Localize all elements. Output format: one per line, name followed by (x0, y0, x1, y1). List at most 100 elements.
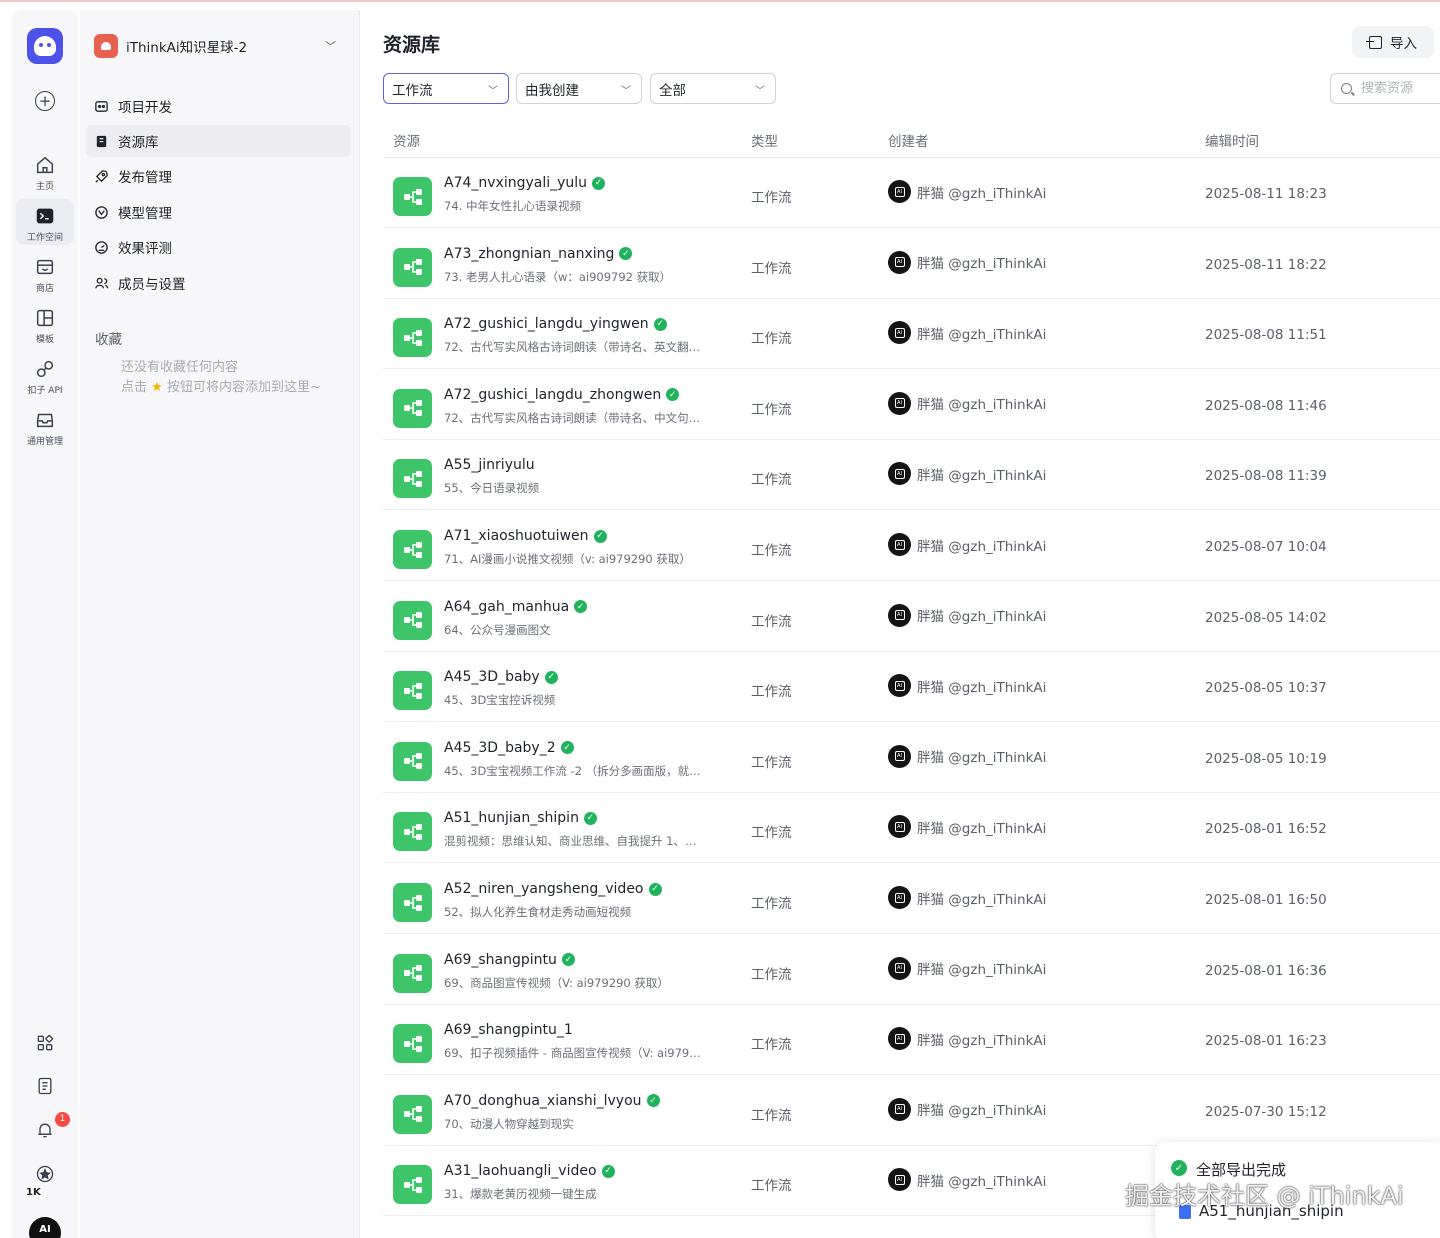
rail-label: 商店 (35, 284, 54, 294)
nav-item-members[interactable]: 成员与设置 (86, 267, 351, 299)
creator-avatar: AI (888, 180, 911, 203)
creator-name: 胖猫 @gzh_iThinkAi (917, 1103, 1047, 1120)
store-icon (36, 259, 54, 275)
rail-item-home[interactable]: 主页 (16, 148, 74, 194)
resource-type: 工作流 (751, 896, 792, 912)
import-icon (1366, 35, 1382, 49)
resource-type: 工作流 (751, 684, 792, 701)
column-header-resource[interactable]: 资源 (393, 130, 420, 150)
search-box[interactable] (1330, 73, 1440, 104)
star-count: 1K (26, 1187, 41, 1198)
apps-grid-icon[interactable] (35, 1033, 55, 1053)
resource-type: 工作流 (751, 966, 792, 983)
document-icon[interactable] (35, 1076, 55, 1096)
table-row[interactable]: A71_xiaoshuotuiwen ✓ 71、AI漫画小说推文视频（v: ai97… (383, 511, 1440, 581)
table-row[interactable]: A45_3D_baby ✓ 45、3D宝宝控诉视频 工作流 AI 胖猫 @gzh_iThi… (383, 652, 1440, 723)
creator: AI 胖猫 @gzh_iThinkAi (888, 391, 1047, 415)
table-row[interactable]: A51_hunjian_shipin ✓ 混剪视频：思维认知、商业思维、自我提升 1… (383, 793, 1440, 864)
creator-avatar: AI (888, 250, 911, 274)
favorites-hint-suffix: 按钮可将内容添加到这里~ (166, 380, 321, 395)
app-logo[interactable] (27, 28, 63, 64)
workflow-icon (403, 823, 422, 840)
table-row[interactable]: A69_shangpintu_1 69、扣子视频插件 - 商品图宣传视频（V: a… (383, 1005, 1440, 1076)
resource-type: 工作流 (751, 1178, 792, 1195)
chevron-down-icon: ﹀ (621, 86, 631, 97)
create-plus-icon[interactable]: + (35, 91, 55, 111)
edited-time: 2025-08-01 16:36 (1205, 962, 1327, 979)
verified-check-icon: ✓ (583, 811, 597, 825)
rail-label: 模板 (35, 335, 54, 345)
workflow-icon-tile (393, 953, 432, 993)
table-row[interactable]: A52_niren_yangsheng_video ✓ 52、拟人化养生食材走秀动画… (383, 864, 1440, 934)
workflow-icon (403, 329, 422, 346)
resource-name: A51_hunjian_shipin ✓ (444, 810, 597, 826)
table-row[interactable]: A69_shangpintu ✓ 69、商品图宣传视频（V: ai979290 获取… (383, 935, 1440, 1005)
rail-item-api[interactable]: 扣子 API (16, 352, 74, 398)
table-row[interactable]: A74_nvxingyali_yulu ✓ 74. 中年女性扎心语录视频 工作流 AI 胖… (383, 158, 1440, 228)
workflow-icon-tile (393, 1165, 432, 1205)
nav-item-publish[interactable]: 发布管理 (86, 160, 351, 192)
resource-description: 71、AI漫画小说推文视频（v: ai979290 获取） (444, 552, 691, 566)
workflow-icon (403, 259, 422, 276)
creator-name: 胖猫 @gzh_iThinkAi (917, 256, 1047, 273)
column-header-creator[interactable]: 创建者 (888, 130, 929, 150)
chevron-down-icon: ﹀ (325, 40, 336, 53)
resource-type: 工作流 (751, 613, 792, 630)
creator-name: 胖猫 @gzh_iThinkAi (917, 891, 1047, 908)
creator-name: 胖猫 @gzh_iThinkAi (917, 609, 1047, 626)
nav-item-projects[interactable]: 项目开发 (86, 90, 351, 122)
chevron-down-icon: ﹀ (488, 86, 498, 97)
status-filter-select[interactable]: 全部 ﹀ (650, 73, 776, 104)
rail-label: 主页 (35, 182, 54, 192)
nav-item-evaluation[interactable]: 效果评测 (86, 231, 351, 263)
creator-filter-select[interactable]: 由我创建 ﹀ (516, 73, 642, 104)
favorites-empty-hint: 点击 ★ 按钮可将内容添加到这里~ (121, 376, 321, 395)
edited-time: 2025-08-11 18:23 (1205, 186, 1327, 202)
project-icon (95, 100, 108, 112)
resource-name: A45_3D_baby ✓ (444, 669, 558, 685)
terminal-icon (36, 208, 54, 224)
resource-name: A72_gushici_langdu_yingwen ✓ (444, 316, 667, 332)
space-switcher[interactable]: iThinkAi知识星球-2 ﹀ (94, 30, 350, 62)
nav-item-library[interactable]: 资源库 (86, 125, 351, 157)
table-row[interactable]: A72_gushici_langdu_zhongwen ✓ 72、古代写实风格古诗词… (383, 370, 1440, 440)
import-button[interactable]: 导入 (1352, 26, 1434, 58)
rail-item-templates[interactable]: 模板 (16, 301, 74, 347)
table-row[interactable]: A45_3D_baby_2 ✓ 45、3D宝宝视频工作流 -2 （拆分多画面版，就…… (383, 723, 1440, 793)
search-input[interactable] (1361, 81, 1440, 96)
creator-name: 胖猫 @gzh_iThinkAi (917, 679, 1047, 696)
verified-check-icon: ✓ (560, 741, 574, 755)
creator: AI 胖猫 @gzh_iThinkAi (888, 250, 1047, 274)
table-row[interactable]: A64_gah_manhua ✓ 64、公众号漫画图文 工作流 AI 胖猫 @gzh_iT… (383, 582, 1440, 652)
rocket-icon (95, 169, 108, 183)
creator-avatar: AI (888, 1168, 911, 1192)
type-filter-select[interactable]: 工作流 ﹀ (383, 73, 509, 104)
rail-item-store[interactable]: 商店 (16, 250, 74, 296)
resource-description: 72、古代写实风格古诗词朗读（带诗名、中文句… (444, 410, 701, 425)
resource-type: 工作流 (751, 190, 792, 206)
resource-name: A72_gushici_langdu_zhongwen ✓ (444, 387, 680, 403)
resource-type: 工作流 (751, 1037, 792, 1054)
resource-name-text: A74_nvxingyali_yulu (444, 175, 588, 191)
table-row[interactable]: A70_donghua_xianshi_lvyou ✓ 70、动漫人物穿越到现实 工作… (383, 1076, 1440, 1146)
verified-check-icon: ✓ (544, 670, 558, 684)
nav-item-models[interactable]: 模型管理 (86, 196, 351, 228)
column-header-type[interactable]: 类型 (751, 130, 778, 150)
rail-item-general-admin[interactable]: 通用管理 (16, 403, 74, 449)
creator-name: 胖猫 @gzh_iThinkAi (917, 397, 1047, 414)
star-icon[interactable] (35, 1164, 55, 1184)
rail-item-workspace[interactable]: 工作空间 (16, 199, 74, 245)
verified-check-icon: ✓ (653, 317, 667, 331)
resource-type: 工作流 (751, 754, 792, 771)
table-row[interactable]: A55_jinriyulu 55、今日语录视频 工作流 AI 胖猫 @gzh_iThin… (383, 440, 1440, 511)
workflow-icon-tile (393, 177, 432, 216)
table-row[interactable]: A73_zhongnian_nanxing ✓ 73. 老男人扎心语录（w：ai90… (383, 229, 1440, 299)
column-header-edited-time[interactable]: 编辑时间 (1205, 130, 1259, 150)
resource-name: A69_shangpintu ✓ (444, 952, 575, 968)
creator: AI 胖猫 @gzh_iThinkAi (888, 321, 1046, 345)
gauge-icon (95, 240, 108, 254)
workflow-icon-tile (393, 812, 432, 852)
bell-icon[interactable] (35, 1120, 55, 1140)
favorites-title: 收藏 (95, 332, 122, 348)
table-row[interactable]: A72_gushici_langdu_yingwen ✓ 72、古代写实风格古诗词朗… (383, 299, 1440, 370)
